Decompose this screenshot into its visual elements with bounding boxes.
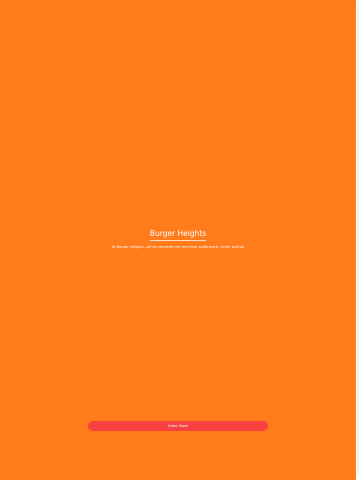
tagline-text: At Burger Heights, we've elevated the fa… (111, 245, 245, 249)
scrollbar-thumb[interactable] (357, 1, 359, 475)
page-title: Burger Heights (149, 229, 207, 238)
title-divider (150, 240, 206, 241)
landing-screen: Burger Heights At Burger Heights, we've … (0, 0, 356, 480)
order-now-button[interactable]: Order Now! (88, 421, 268, 431)
